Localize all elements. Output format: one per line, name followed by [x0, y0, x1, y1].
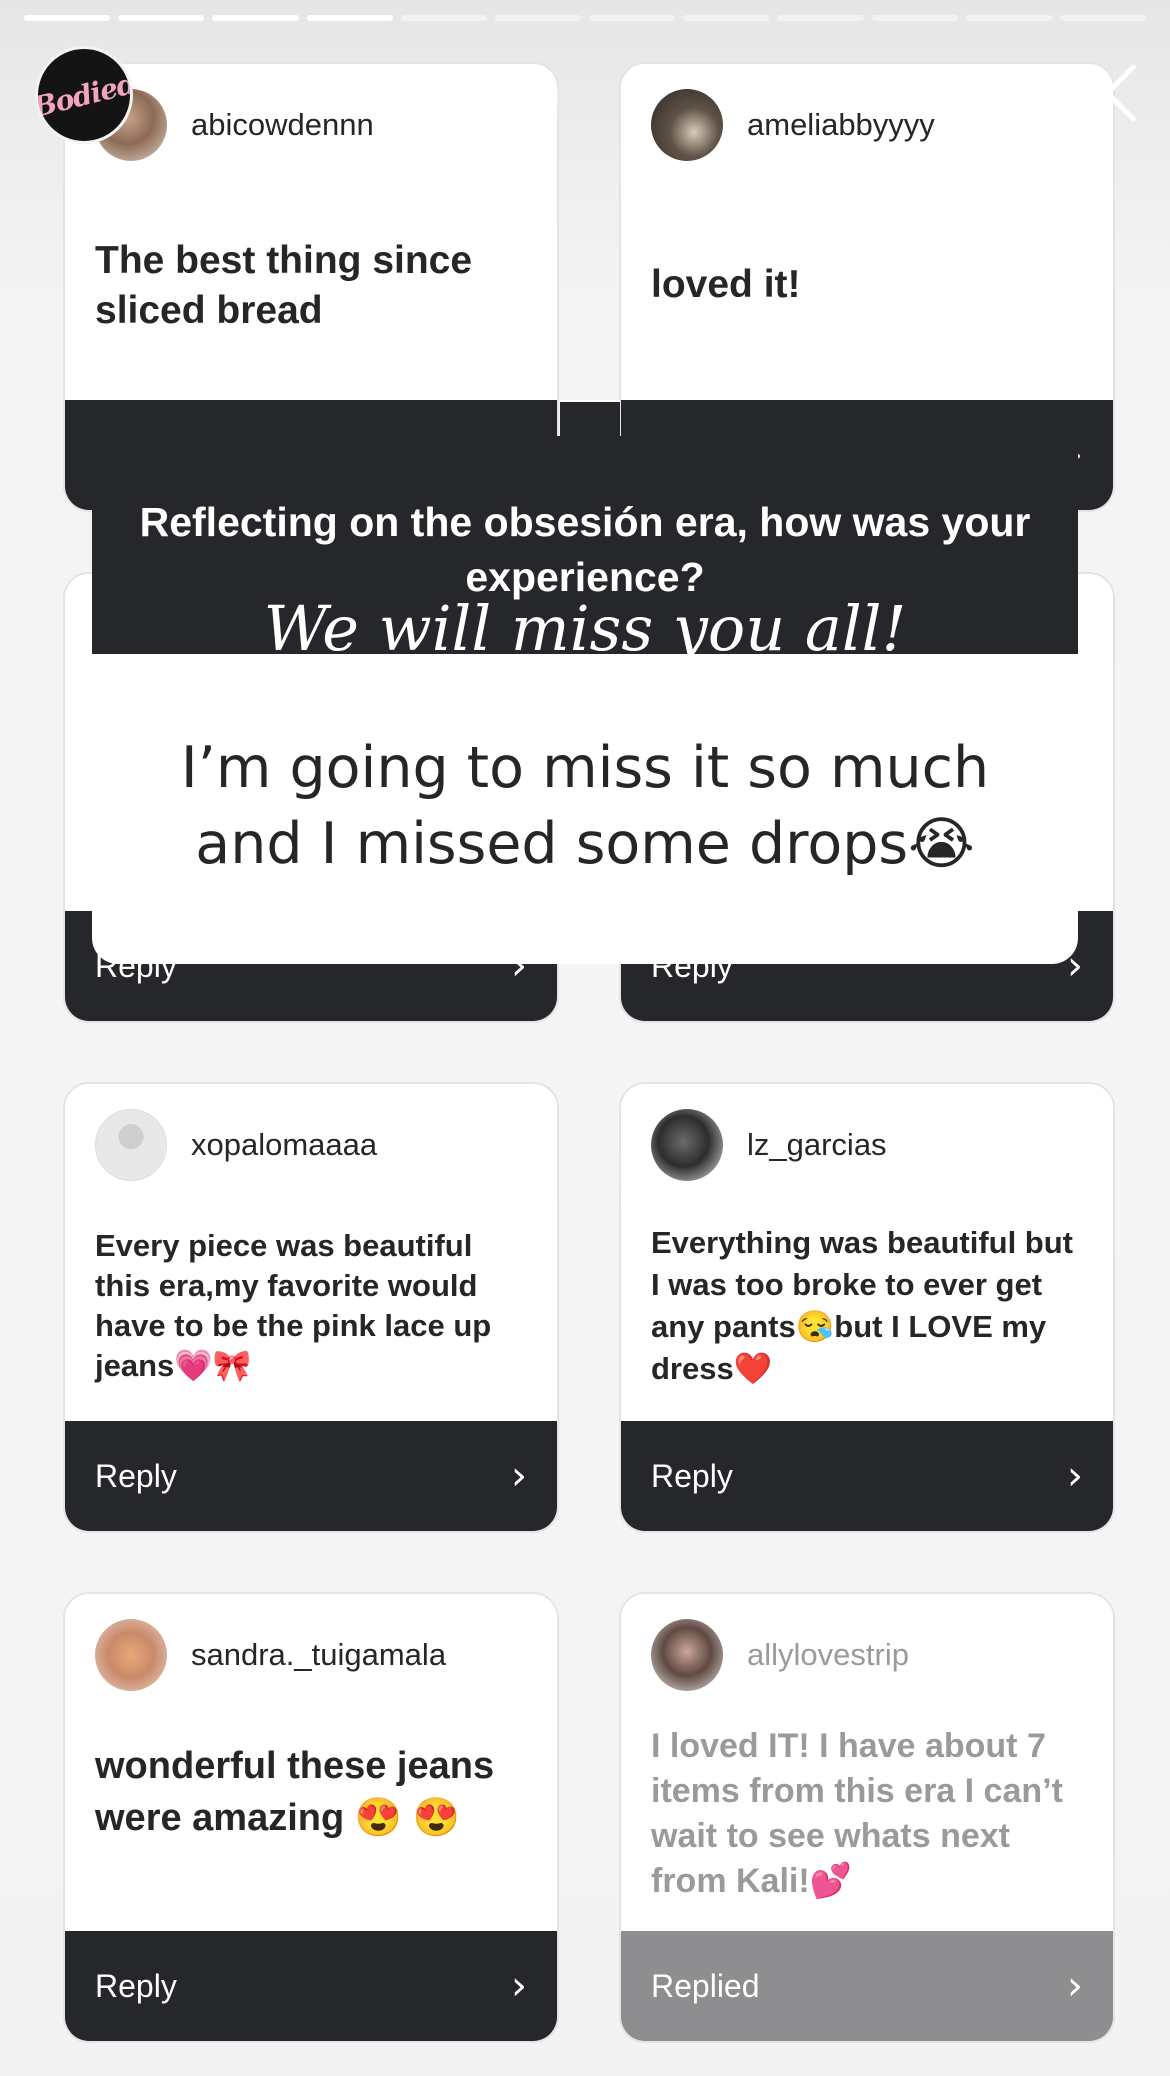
response-card: lz_garcias Everything was beautiful but …	[619, 1082, 1115, 1533]
progress-segment	[871, 15, 958, 21]
replied-label: Replied	[651, 1967, 760, 2004]
user-avatar	[651, 1619, 723, 1691]
chevron-right-icon: ›	[1067, 1963, 1083, 2009]
card-user-row: xopalomaaaa	[95, 1108, 377, 1182]
card-username: xopalomaaaa	[191, 1127, 378, 1162]
card-user-row: ameliabbyyyy	[651, 88, 935, 162]
reply-label: Reply	[651, 1457, 733, 1494]
chevron-right-icon: ›	[511, 1453, 527, 1499]
progress-segment	[777, 15, 864, 21]
user-avatar	[651, 89, 723, 161]
progress-segment	[306, 15, 393, 21]
progress-segment	[494, 15, 582, 21]
progress-segment	[118, 15, 205, 21]
chevron-right-icon: ›	[1067, 1453, 1083, 1499]
story-timestamp: 34m	[490, 72, 561, 113]
response-card: sandra._tuigamala wonderful these jeans …	[63, 1592, 559, 2043]
story-username[interactable]: bodiedbyuchis	[168, 70, 429, 112]
user-avatar	[95, 1109, 167, 1181]
progress-segment	[589, 15, 676, 21]
response-card: xopalomaaaa Every piece was beautiful th…	[63, 1082, 559, 1533]
card-comment: The best thing since sliced bread	[95, 239, 473, 332]
reply-button[interactable]: Reply ›	[65, 1421, 557, 1531]
card-comment: loved it!	[651, 263, 801, 306]
reply-label: Reply	[95, 1967, 177, 2004]
featured-answer-text: I’m going to miss it so much and I misse…	[180, 735, 990, 877]
reply-label: Reply	[95, 1457, 177, 1494]
card-comment: Everything was beautiful but I was too b…	[651, 1225, 1073, 1386]
card-username: sandra._tuigamala	[191, 1637, 447, 1672]
chevron-right-icon: ›	[511, 1963, 527, 2009]
progress-segment	[400, 15, 487, 21]
overlay-script-text: We will miss you all!	[263, 592, 907, 665]
brand-logo: Bodied	[35, 66, 133, 124]
card-username: abicowdennn	[191, 107, 374, 142]
response-card: allylovestrip I loved IT! I have about 7…	[619, 1592, 1115, 2043]
card-username: allylovestrip	[747, 1637, 909, 1672]
reply-button[interactable]: Reply ›	[65, 1931, 557, 2041]
progress-segment	[965, 15, 1052, 21]
story-progress-bar	[24, 15, 1147, 21]
reply-button[interactable]: Reply ›	[621, 1421, 1113, 1531]
progress-segment	[212, 15, 299, 21]
card-username: ameliabbyyyy	[747, 107, 935, 142]
question-text: Reflecting on the obsesión era, how was …	[139, 499, 1031, 600]
progress-segment	[24, 15, 111, 21]
profile-avatar[interactable]: Bodied	[35, 46, 133, 144]
card-comment: wonderful these jeans were amazing 😍 😍	[95, 1745, 495, 1839]
card-comment: Every piece was beautiful this era,my fa…	[95, 1228, 492, 1383]
replied-button[interactable]: Replied ›	[621, 1931, 1113, 2041]
card-comment: I loved IT! I have about 7 items from th…	[651, 1727, 1063, 1900]
user-avatar	[651, 1109, 723, 1181]
card-user-row: allylovestrip	[651, 1618, 909, 1692]
close-icon[interactable]	[1076, 62, 1138, 124]
more-dots-icon[interactable]	[960, 70, 1020, 100]
user-avatar	[95, 1619, 167, 1691]
progress-segment	[1059, 15, 1147, 21]
card-user-row: lz_garcias	[651, 1108, 887, 1182]
card-username: lz_garcias	[747, 1127, 887, 1162]
card-user-row: sandra._tuigamala	[95, 1618, 446, 1692]
progress-segment	[683, 15, 770, 21]
